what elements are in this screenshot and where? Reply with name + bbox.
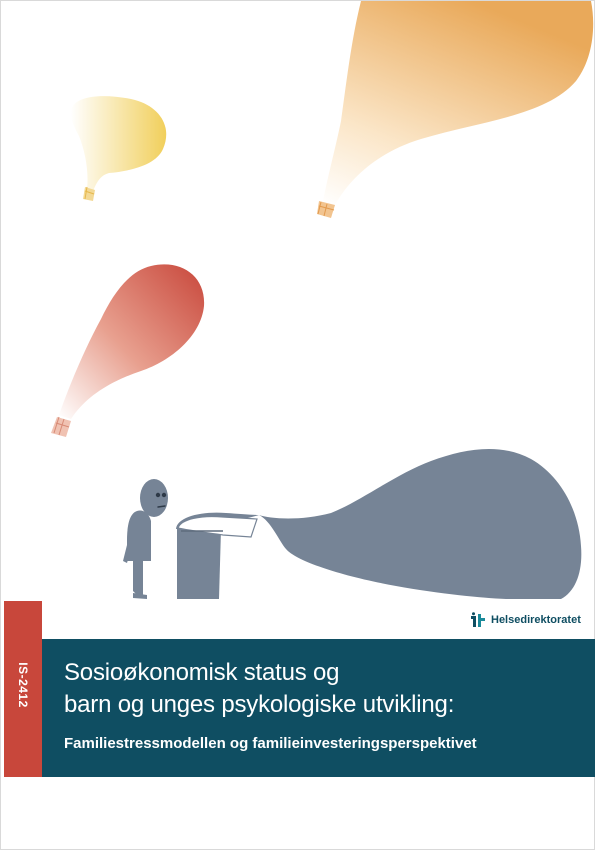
standing-man-figure: [123, 479, 168, 599]
report-number: IS-2412: [16, 662, 30, 708]
balloon-yellow: [70, 96, 167, 201]
helsedirektoratet-logo-icon: [469, 612, 487, 628]
report-cover: Helsedirektoratet IS-2412 Sosioøkonomisk…: [0, 0, 595, 850]
balloon-red: [51, 264, 205, 437]
balloon-orange: [317, 1, 594, 218]
title-band: Sosioøkonomisk status og barn og unges p…: [42, 639, 595, 777]
publisher-logo[interactable]: Helsedirektoratet: [469, 611, 581, 629]
report-subtitle: Familiestressmodellen og familieinvester…: [64, 735, 477, 752]
publisher-name: Helsedirektoratet: [491, 614, 581, 626]
cover-illustration: [51, 1, 594, 599]
report-title-line-1: Sosioøkonomisk status og: [64, 659, 340, 686]
bucket-with-balloon: [176, 448, 582, 599]
report-title-line-2: barn og unges psykologiske utvikling:: [64, 691, 455, 718]
